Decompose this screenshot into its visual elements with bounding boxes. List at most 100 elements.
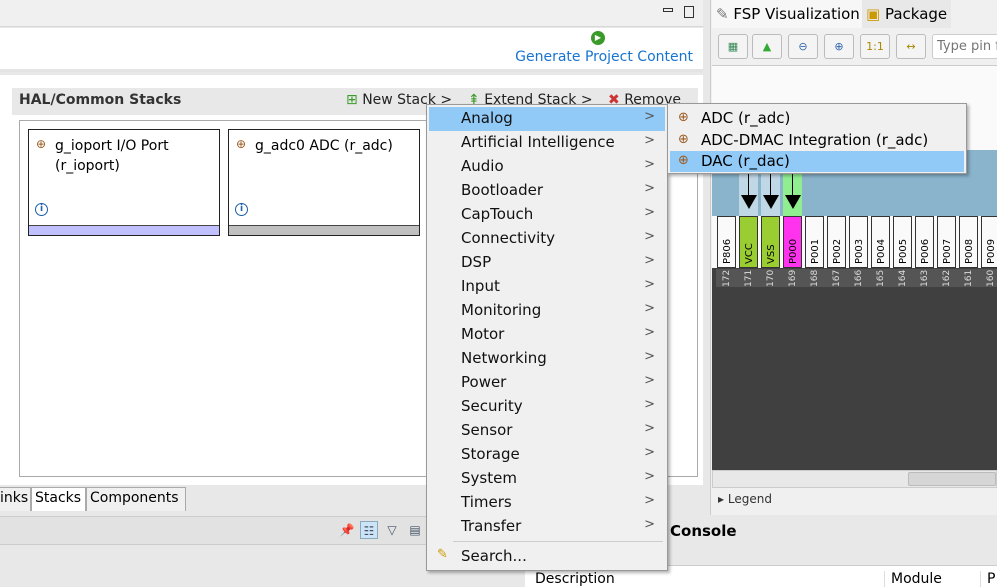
arrow-down-icon [763, 195, 779, 209]
analog-submenu: ⊕ ADC (r_adc) ⊕ ADC-DMAC Integration (r_adc… [667, 103, 967, 174]
column-module[interactable]: Module [884, 571, 942, 587]
console-title[interactable]: Console [670, 522, 737, 540]
zoom-out-icon[interactable]: ⊖ [788, 34, 818, 59]
legend-toggle[interactable]: ▸ Legend [712, 490, 997, 510]
menu-item-power[interactable]: Power > [429, 371, 665, 395]
generate-project-content-link[interactable]: Generate Project Content [515, 49, 693, 65]
stack-card-adc0[interactable]: ⊕ g_adc0 ADC (r_adc) i [228, 129, 420, 236]
filter-icon[interactable]: ▽ [383, 521, 401, 539]
pin-p001[interactable]: P001 [805, 216, 824, 268]
menu-item-storage[interactable]: Storage > [429, 443, 665, 467]
pin-p005[interactable]: P005 [893, 216, 912, 268]
info-icon[interactable]: i [35, 203, 48, 216]
menu-item-label: Storage [461, 445, 520, 463]
chevron-right-icon: > [644, 301, 655, 316]
menu-item-networking[interactable]: Networking > [429, 347, 665, 371]
column-p[interactable]: P [980, 571, 995, 587]
pin-p006[interactable]: P006 [915, 216, 934, 268]
submenu-item-label: ADC (r_adc) [701, 109, 791, 127]
tab-fsp-visualization[interactable]: ✎ FSP Visualization [712, 0, 865, 28]
pin-vss[interactable]: VSS [761, 216, 780, 268]
card-status-bar [29, 225, 219, 235]
submenu-item[interactable]: ⊕ DAC (r_dac) [670, 151, 964, 172]
tab-label: FSP Visualization [733, 5, 860, 23]
maximize-icon[interactable] [684, 6, 694, 18]
pin-p806[interactable]: P806 [717, 216, 736, 268]
table-icon[interactable]: ▤ [406, 521, 424, 539]
pin-number: 164 [892, 269, 914, 287]
package-icon: ▣ [866, 5, 881, 23]
tab-stacks[interactable]: Stacks [31, 487, 86, 511]
pin-number: 160 [980, 269, 997, 287]
menu-item-label: Bootloader [461, 181, 543, 199]
menu-item-analog[interactable]: Analog > [429, 107, 665, 131]
pin-icon[interactable]: 📌 [338, 521, 356, 539]
submenu-item[interactable]: ⊕ ADC (r_adc) [670, 108, 964, 129]
menu-item-security[interactable]: Security > [429, 395, 665, 419]
menu-item-sensor[interactable]: Sensor > [429, 419, 665, 443]
chevron-right-icon: > [644, 253, 655, 268]
menu-item-artificial-intelligence[interactable]: Artificial Intelligence > [429, 131, 665, 155]
menu-item-audio[interactable]: Audio > [429, 155, 665, 179]
search-icon: ✎ [437, 547, 448, 562]
pin-p008[interactable]: P008 [959, 216, 978, 268]
module-icon: ⊕ [678, 153, 689, 168]
menu-item-dsp[interactable]: DSP > [429, 251, 665, 275]
column-description[interactable]: Description [535, 571, 615, 587]
stack-card-ioport[interactable]: ⊕ g_ioport I/O Port (r_ioport) i [28, 129, 220, 236]
submenu-item[interactable]: ⊕ ADC-DMAC Integration (r_adc) [670, 130, 964, 151]
menu-item-label: CapTouch [461, 205, 534, 223]
tab-components[interactable]: Components [86, 487, 186, 511]
zoom-in-icon[interactable]: ⊕ [824, 34, 854, 59]
tab-links[interactable]: inks [0, 487, 31, 511]
menu-item-label: Search... [461, 547, 527, 565]
info-icon[interactable]: i [235, 203, 248, 216]
fit-icon[interactable]: ▲ [752, 34, 782, 59]
play-icon[interactable]: ▶ [591, 31, 605, 45]
menu-item-label: Sensor [461, 421, 513, 439]
scroll-thumb[interactable] [908, 472, 996, 486]
menu-item-system[interactable]: System > [429, 467, 665, 491]
menu-item-label: Security [461, 397, 523, 415]
package-chip [712, 268, 997, 470]
horizontal-scrollbar[interactable] [712, 470, 997, 488]
pin-p007[interactable]: P007 [937, 216, 956, 268]
pin-p000[interactable]: P000 [783, 216, 802, 268]
menu-item-bootloader[interactable]: Bootloader > [429, 179, 665, 203]
pin-number: 162 [936, 269, 958, 287]
tab-package[interactable]: ▣ Package [862, 0, 952, 28]
pin-p002[interactable]: P002 [827, 216, 846, 268]
pin-number: 166 [848, 269, 870, 287]
pin-vcc[interactable]: VCC [739, 216, 758, 268]
tree-icon[interactable]: ☷ [360, 521, 378, 539]
menu-item-transfer[interactable]: Transfer > [429, 515, 665, 539]
pin-number: 163 [914, 269, 936, 287]
menu-item-connectivity[interactable]: Connectivity > [429, 227, 665, 251]
chevron-right-icon: > [644, 205, 655, 220]
menu-item-label: Timers [461, 493, 512, 511]
minimize-icon[interactable] [663, 8, 673, 12]
pin-p004[interactable]: P004 [871, 216, 890, 268]
pin-search-input[interactable] [932, 34, 997, 59]
fit-width-icon[interactable]: ↔ [896, 34, 926, 59]
menu-item-search[interactable]: ✎ Search... [429, 545, 665, 569]
menu-item-timers[interactable]: Timers > [429, 491, 665, 515]
submenu-item-label: DAC (r_dac) [701, 152, 790, 170]
menu-item-monitoring[interactable]: Monitoring > [429, 299, 665, 323]
menu-item-label: Artificial Intelligence [461, 133, 615, 151]
pin-number: 165 [870, 269, 892, 287]
tab-label: Package [884, 5, 948, 23]
menu-item-motor[interactable]: Motor > [429, 323, 665, 347]
pin-number: 168 [804, 269, 826, 287]
card-label: g_ioport I/O Port (r_ioport) [55, 138, 169, 174]
menu-item-input[interactable]: Input > [429, 275, 665, 299]
menu-item-label: Networking [461, 349, 547, 367]
card-label: g_adc0 ADC (r_adc) [255, 138, 393, 154]
menu-item-captouch[interactable]: CapTouch > [429, 203, 665, 227]
pin-number: 167 [826, 269, 848, 287]
pin-p009[interactable]: P009 [981, 216, 997, 268]
module-icon: ⊕ [36, 137, 47, 151]
actual-size-icon[interactable]: 1:1 [860, 34, 890, 59]
pin-p003[interactable]: P003 [849, 216, 868, 268]
save-image-icon[interactable]: ▦ [718, 34, 748, 59]
